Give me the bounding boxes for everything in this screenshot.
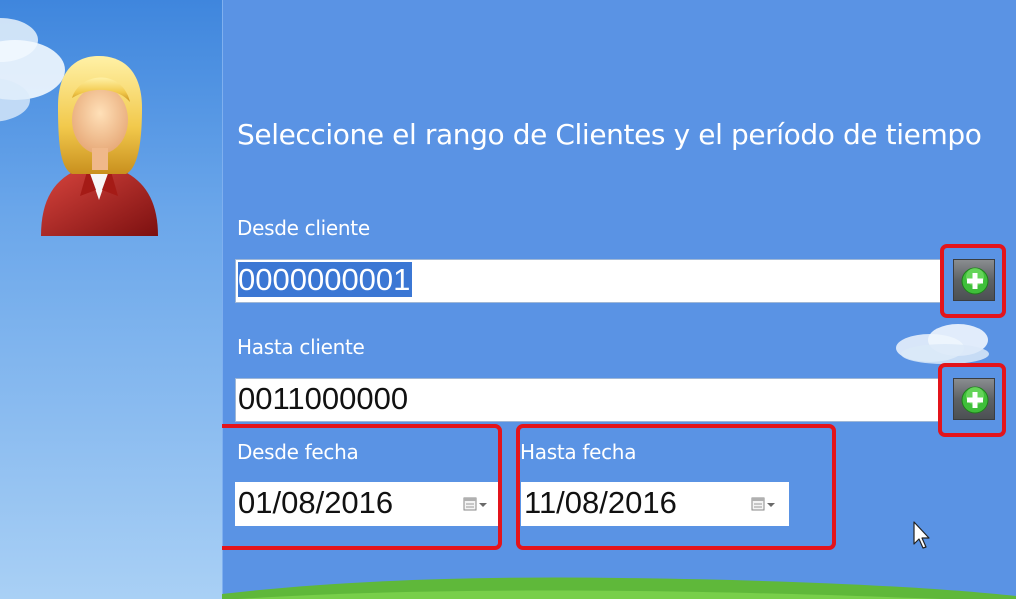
from-client-label: Desde cliente [237, 216, 370, 240]
to-client-value: 0011000000 [238, 381, 409, 416]
main-panel: Seleccione el rango de Clientes y el per… [222, 0, 1016, 599]
user-avatar-icon [41, 56, 158, 236]
highlight-box [940, 244, 1006, 318]
grass-decoration [222, 577, 1016, 599]
highlight-box [222, 424, 502, 550]
from-client-value: 0000000001 [238, 262, 413, 297]
to-client-input[interactable]: 0011000000 [235, 378, 942, 422]
highlight-box [938, 363, 1006, 437]
mouse-pointer-icon [913, 521, 930, 549]
cloud-decoration [896, 324, 989, 364]
from-client-input[interactable]: 0000000001 [235, 259, 942, 303]
highlight-box [516, 424, 836, 550]
to-client-label: Hasta cliente [237, 335, 365, 359]
page-title: Seleccione el rango de Clientes y el per… [237, 118, 982, 151]
sidebar [0, 0, 222, 599]
